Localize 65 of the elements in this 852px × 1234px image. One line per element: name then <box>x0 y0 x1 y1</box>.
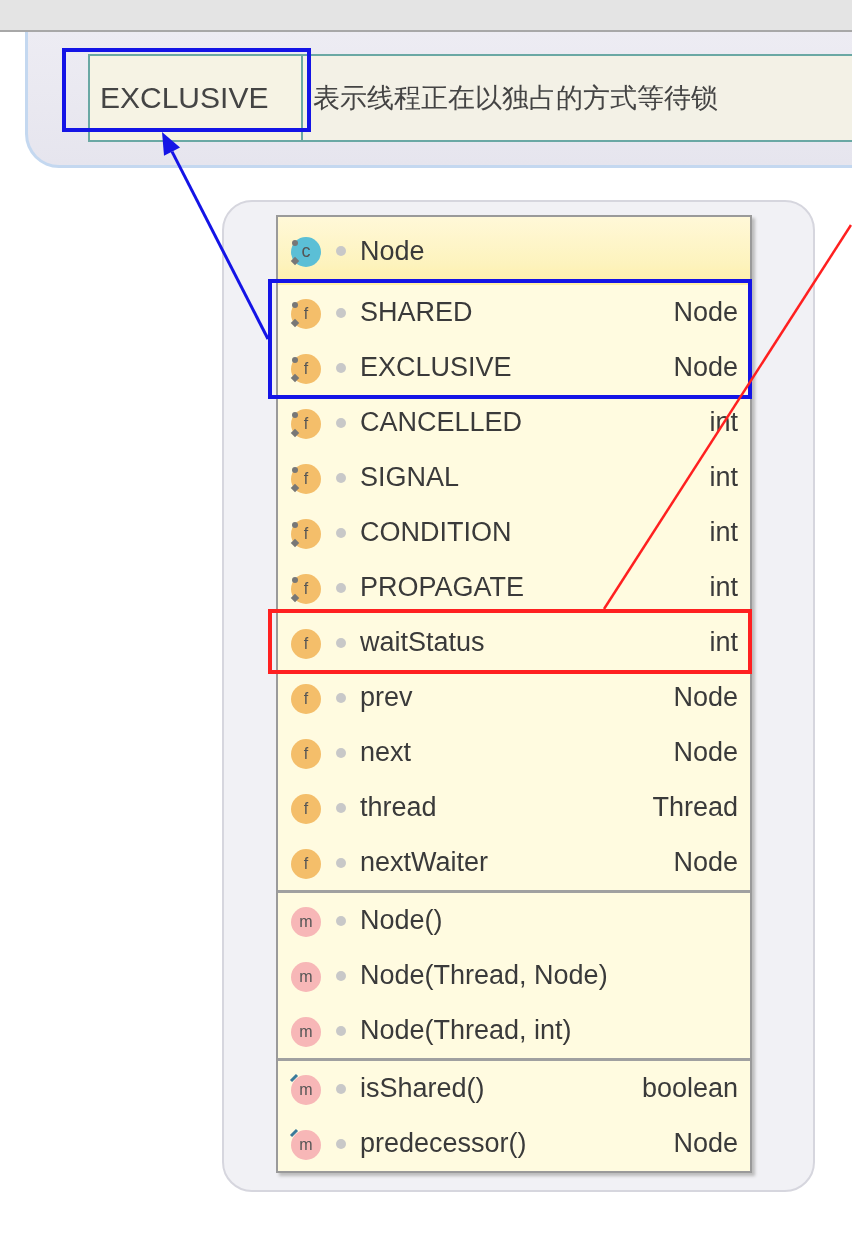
member-row[interactable]: f nextWaiter Node <box>278 835 750 890</box>
member-name: PROPAGATE <box>360 572 526 603</box>
visibility-dot-icon <box>336 1025 346 1036</box>
member-type: Node <box>673 1128 738 1159</box>
member-type: int <box>709 517 738 548</box>
member-name: nextWaiter <box>360 847 490 878</box>
visibility-dot-icon <box>336 1138 346 1149</box>
member-name: CONDITION <box>360 517 513 548</box>
visibility-dot-icon <box>336 802 346 813</box>
member-type: int <box>709 627 738 658</box>
member-type: Node <box>673 297 738 328</box>
member-row[interactable]: f thread Thread <box>278 780 750 835</box>
member-type: int <box>709 572 738 603</box>
member-row[interactable]: m Node(Thread, int) <box>278 1003 750 1058</box>
member-row[interactable]: f SHARED Node <box>278 285 750 340</box>
member-name: next <box>360 737 413 768</box>
member-row[interactable]: f prev Node <box>278 670 750 725</box>
member-name: CANCELLED <box>360 407 524 438</box>
member-name: SHARED <box>360 297 474 328</box>
visibility-dot-icon <box>336 527 346 538</box>
table-cell: 表示线程正在以独占的方式等待锁 <box>301 56 728 140</box>
member-name: SIGNAL <box>360 462 461 493</box>
visibility-dot-icon <box>336 246 346 256</box>
member-type: int <box>709 462 738 493</box>
member-row[interactable]: m predecessor() Node <box>278 1116 750 1171</box>
member-name: isShared() <box>360 1073 486 1104</box>
member-row[interactable]: f PROPAGATE int <box>278 560 750 615</box>
member-row[interactable]: m isShared() boolean <box>278 1061 750 1116</box>
member-name: predecessor() <box>360 1128 528 1159</box>
class-icon: c <box>288 234 322 268</box>
member-row[interactable]: f EXCLUSIVE Node <box>278 340 750 395</box>
visibility-dot-icon <box>336 362 346 373</box>
class-name: Node <box>360 235 426 267</box>
member-row[interactable]: f waitStatus int <box>278 615 750 670</box>
member-type: Node <box>673 682 738 713</box>
member-name: thread <box>360 792 438 823</box>
visibility-dot-icon <box>336 915 346 926</box>
member-row[interactable]: f next Node <box>278 725 750 780</box>
method-icon: m <box>288 1126 322 1161</box>
member-type: Node <box>673 352 738 383</box>
member-name: prev <box>360 682 414 713</box>
member-type: Thread <box>652 792 738 823</box>
member-row[interactable]: f CONDITION int <box>278 505 750 560</box>
member-name: Node(Thread, Node) <box>360 960 609 991</box>
visibility-dot-icon <box>336 970 346 981</box>
method-icon: m <box>288 1071 322 1106</box>
visibility-dot-icon <box>336 857 346 868</box>
member-type: Node <box>673 847 738 878</box>
member-type: Node <box>673 737 738 768</box>
member-name: EXCLUSIVE <box>360 352 513 383</box>
member-name: Node() <box>360 905 444 936</box>
member-name: Node(Thread, int) <box>360 1015 573 1046</box>
visibility-dot-icon <box>336 692 346 703</box>
member-row[interactable]: m Node() <box>278 893 750 948</box>
visibility-dot-icon <box>336 307 346 318</box>
member-name: waitStatus <box>360 627 486 658</box>
visibility-dot-icon <box>336 472 346 483</box>
member-row[interactable]: f SIGNAL int <box>278 450 750 505</box>
visibility-dot-icon <box>336 1083 346 1094</box>
member-row[interactable]: m Node(Thread, Node) <box>278 948 750 1003</box>
visibility-dot-icon <box>336 582 346 593</box>
visibility-dot-icon <box>336 747 346 758</box>
member-type: boolean <box>641 1073 738 1104</box>
visibility-dot-icon <box>336 417 346 428</box>
visibility-dot-icon <box>336 637 346 648</box>
